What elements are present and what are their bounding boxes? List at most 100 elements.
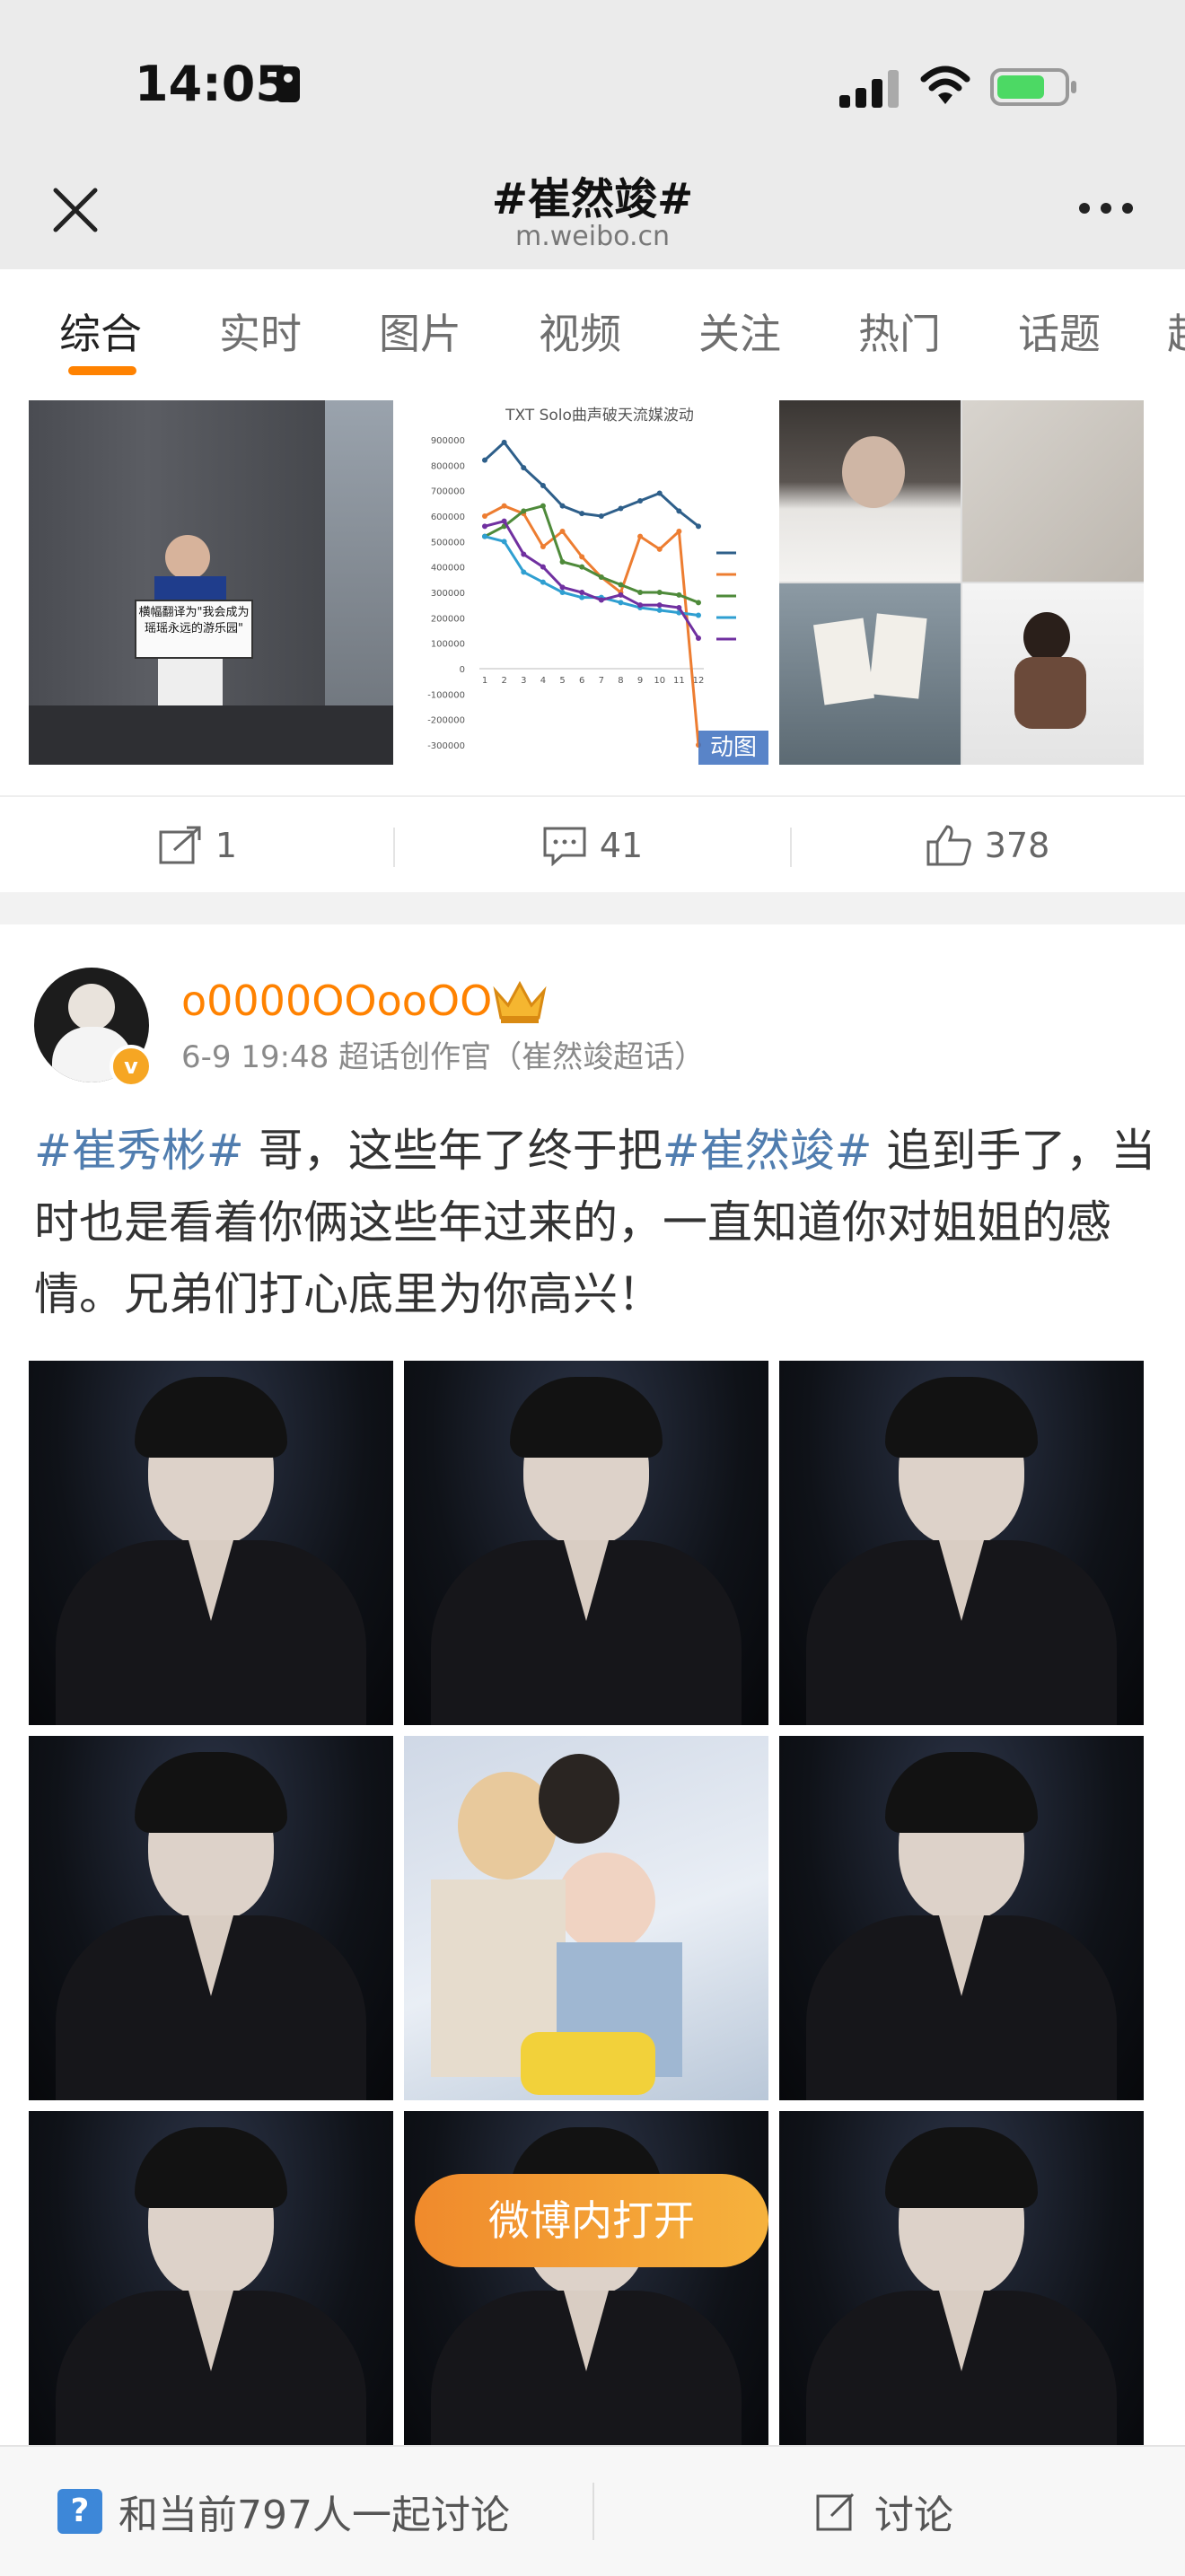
data-point [598, 513, 604, 519]
thumbs-up-icon [926, 825, 971, 866]
x-tick-label: 11 [673, 676, 685, 686]
compose-icon [816, 2493, 855, 2531]
text-segment: 哥，这些年了终于把 [243, 1125, 663, 1177]
data-point [559, 584, 566, 591]
top-header: 14:05 #崔然竣# m.weibo.cn [0, 0, 1185, 269]
tab-pictures[interactable]: 图片 [379, 302, 461, 361]
data-point [696, 600, 701, 606]
post-meta: 6-9 19:48 超话创作官（崔然竣超话） [181, 1039, 706, 1075]
data-point [618, 582, 624, 588]
repost-button[interactable]: 1 [0, 797, 395, 894]
data-point [637, 602, 644, 609]
data-point [521, 508, 527, 514]
x-tick-label: 6 [579, 676, 584, 686]
data-point [579, 564, 585, 570]
post-photo[interactable] [29, 2111, 393, 2475]
data-point [656, 602, 663, 609]
y-tick-label: 100000 [431, 640, 465, 650]
data-point [637, 533, 644, 539]
x-tick-label: 2 [501, 676, 506, 686]
y-tick-label: 900000 [431, 436, 465, 446]
chart-title: TXT Solo曲声破天流媒波动 [505, 407, 694, 425]
data-point [676, 591, 682, 598]
data-point [579, 511, 585, 517]
y-tick-label: -300000 [427, 741, 465, 751]
post-photo[interactable] [29, 1736, 393, 2100]
data-point [656, 546, 663, 552]
hashtag-link[interactable]: #崔然竣# [663, 1125, 873, 1177]
data-point [656, 607, 663, 613]
data-point [676, 529, 682, 534]
post-image-chart[interactable]: TXT Solo曲声破天流媒波动 900000 800000 700000 60000… [402, 400, 772, 765]
data-point [501, 518, 507, 524]
comment-count: 41 [599, 826, 644, 865]
data-point [559, 559, 566, 565]
data-point [521, 569, 527, 575]
tab-bar: 综合 实时 图片 视频 关注 热门 话题 超 [0, 269, 1185, 391]
tab-hot[interactable]: 热门 [858, 302, 941, 361]
data-point [482, 457, 487, 463]
comment-button[interactable]: 41 [395, 797, 790, 894]
data-point [540, 579, 546, 585]
data-point [637, 498, 644, 504]
data-point [656, 490, 663, 496]
x-tick-label: 10 [654, 676, 665, 686]
verified-badge-icon: v [110, 1045, 153, 1088]
hashtag-link[interactable]: #崔秀彬# [34, 1125, 244, 1177]
data-point [559, 529, 566, 534]
battery-icon [990, 68, 1076, 106]
wifi-icon [920, 66, 970, 104]
data-point [676, 605, 682, 610]
y-tick-label: 500000 [431, 538, 465, 548]
more-options-icon[interactable] [1079, 203, 1133, 215]
tab-realtime[interactable]: 实时 [219, 302, 302, 361]
join-discussion-prompt[interactable]: ? 和当前797人一起讨论 [57, 2483, 510, 2540]
post-text: #崔秀彬# 哥，这些年了终于把#崔然竣# 追到手了，当时也是看着你俩这些年过来的… [34, 1115, 1156, 1330]
post-image[interactable] [779, 400, 1144, 765]
x-tick-label: 7 [599, 676, 604, 686]
discussion-count-text: 和当前797人一起讨论 [118, 2493, 510, 2538]
post-photo[interactable] [404, 1736, 768, 2100]
data-point [501, 539, 507, 545]
like-button[interactable]: 378 [790, 797, 1185, 894]
tab-topics[interactable]: 话题 [1018, 302, 1101, 361]
line-chart: TXT Solo曲声破天流媒波动 900000 800000 700000 60000… [427, 407, 736, 751]
page-url: m.weibo.cn [514, 221, 670, 252]
post-image[interactable]: 横幅翻译为"我会成为 瑶瑶永远的游乐园" [29, 400, 393, 765]
divider [592, 2483, 594, 2540]
data-point [540, 544, 546, 549]
post-photo[interactable] [779, 1361, 1144, 1725]
bottom-discussion-bar: ? 和当前797人一起讨论 讨论 [0, 2445, 1185, 2576]
x-tick-label: 3 [521, 676, 526, 686]
series-line [483, 440, 699, 528]
like-count: 378 [984, 826, 1050, 865]
post-photo[interactable] [779, 1736, 1144, 2100]
active-tab-indicator [68, 366, 136, 375]
discuss-button[interactable]: 讨论 [815, 2483, 953, 2540]
tab-supertopic[interactable]: 超 [1167, 302, 1185, 361]
data-point [598, 597, 604, 603]
data-point [696, 612, 701, 618]
page-title: #崔然竣# [491, 174, 694, 224]
series-line [484, 519, 700, 639]
discuss-label: 讨论 [874, 2493, 953, 2538]
data-point [696, 635, 701, 641]
data-point [579, 594, 585, 600]
username[interactable]: o0000OOooOO [181, 977, 492, 1025]
tab-following[interactable]: 关注 [698, 302, 781, 361]
data-point [521, 465, 527, 471]
post-photo[interactable] [779, 2111, 1144, 2475]
post-photo[interactable] [404, 1361, 768, 1725]
open-in-weibo-button[interactable]: 微博内打开 [415, 2174, 768, 2267]
banner-text: 横幅翻译为"我会成为 瑶瑶永远的游乐园" [135, 600, 253, 659]
tab-comprehensive[interactable]: 综合 [59, 302, 142, 361]
post-photo[interactable] [29, 1361, 393, 1725]
x-tick-label: 4 [540, 676, 546, 686]
data-point [618, 591, 624, 598]
y-tick-label: -200000 [427, 716, 465, 726]
cellular-signal-icon [839, 68, 900, 108]
x-tick-label: 9 [637, 676, 643, 686]
tab-videos[interactable]: 视频 [539, 302, 621, 361]
x-tick-label: 12 [693, 676, 705, 686]
post-photo[interactable] [404, 2111, 768, 2475]
